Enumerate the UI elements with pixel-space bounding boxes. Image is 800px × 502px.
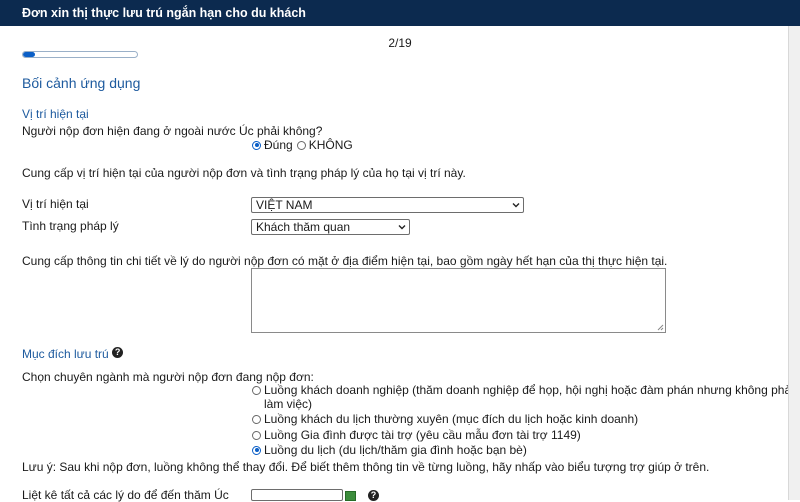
current-location-label: Vị trí hiện tại [22,197,89,211]
window-title: Đơn xin thị thực lưu trú ngắn hạn cho du… [22,6,306,20]
stream-option-radio[interactable] [252,445,261,455]
stream-option-radio[interactable] [252,414,261,424]
question-circle-icon[interactable]: ? [112,347,124,358]
stream-option[interactable]: Luồng khách doanh nghiệp (thăm doanh ngh… [252,383,800,397]
current-location-value: VIỆT NAM [256,198,313,212]
progress-bar [22,51,138,58]
no-radio[interactable] [296,140,306,150]
progress-fill [23,52,35,57]
stream-option-label: Luồng khách doanh nghiệp (thăm doanh ngh… [264,383,800,397]
purpose-heading: Mục đích lưu trú ? [22,347,124,361]
outside-australia-question: Người nộp đơn hiện đang ở ngoài nước Úc … [22,124,323,138]
details-label: Cung cấp thông tin chi tiết về lý do ngư… [22,254,668,268]
yes-radio[interactable] [252,140,261,150]
resize-handle-icon[interactable] [657,324,664,331]
details-textarea[interactable] [251,268,666,333]
current-location-select[interactable]: VIỆT NAM [251,197,524,213]
stream-option[interactable]: Luồng khách du lịch thường xuyên (mục đí… [252,412,638,426]
stream-option-radio[interactable] [252,385,261,395]
chevron-down-icon [398,225,406,230]
reasons-select[interactable] [251,489,343,501]
legal-status-value: Khách thăm quan [256,220,351,234]
section-title: Bối cảnh ứng dụng [22,75,141,91]
stream-note: Lưu ý: Sau khi nộp đơn, luồng không thể … [22,460,710,474]
legal-status-select[interactable]: Khách thăm quan [251,219,410,235]
page-indicator: 2/19 [388,36,412,50]
yes-label: Đúng [264,138,293,152]
stream-option-label: Luồng du lịch (du lịch/thăm gia đình hoặ… [264,443,527,457]
stream-option-radio[interactable] [252,430,261,440]
stream-option[interactable]: Luồng du lịch (du lịch/thăm gia đình hoặ… [252,443,527,457]
stream-option-label-continued: làm việc) [264,397,313,411]
stream-prompt: Chọn chuyên ngành mà người nộp đơn đang … [22,370,314,384]
vertical-scrollbar[interactable] [788,26,800,500]
legal-status-label: Tình trạng pháp lý [22,219,119,233]
no-label: KHÔNG [308,138,353,152]
current-location-heading: Vị trí hiện tại [22,107,89,121]
stream-option[interactable]: Luồng Gia đình được tài trợ (yêu cầu mẫu… [252,428,581,442]
chevron-down-icon [512,203,520,208]
location-instruction: Cung cấp vị trí hiện tại của người nộp đ… [22,166,466,180]
window-title-bar: Đơn xin thị thực lưu trú ngắn hạn cho du… [0,0,800,26]
question-circle-icon[interactable]: ? [368,490,379,501]
purpose-heading-text: Mục đích lưu trú [22,347,109,361]
stream-option-label: Luồng Gia đình được tài trợ (yêu cầu mẫu… [264,428,581,442]
outside-australia-options: Đúng KHÔNG [252,138,353,152]
stream-option-label: Luồng khách du lịch thường xuyên (mục đí… [264,412,639,426]
